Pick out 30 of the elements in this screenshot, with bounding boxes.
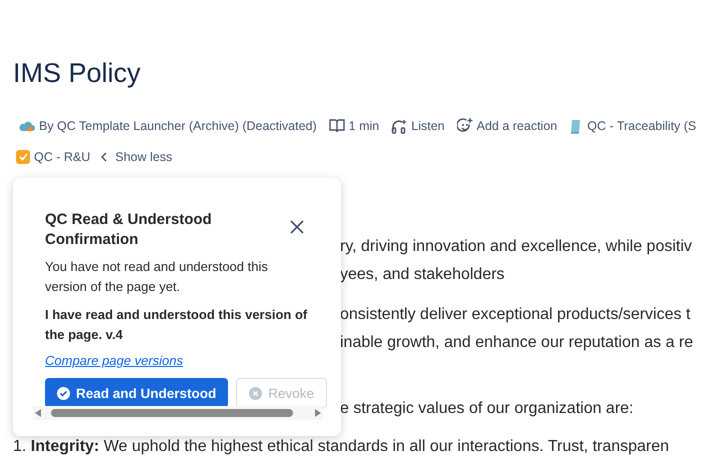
checkmark-icon bbox=[18, 153, 28, 161]
show-less-link[interactable]: Show less bbox=[100, 150, 172, 164]
x-circle-icon bbox=[249, 386, 262, 400]
popup-message: You have not read and understood this version of the page yet. bbox=[45, 258, 269, 296]
headphones-icon bbox=[391, 118, 408, 134]
chevron-left-icon bbox=[100, 152, 108, 162]
body-text: yees, and stakeholders bbox=[340, 265, 506, 285]
book-icon bbox=[328, 119, 345, 133]
cloud-icon bbox=[19, 120, 35, 132]
body-text: e strategic values of our organization are: bbox=[340, 399, 634, 419]
meta-item[interactable]: 1 min bbox=[348, 119, 380, 133]
body-text: onsistently deliver exceptional products/services t bbox=[340, 305, 692, 325]
close-icon[interactable] bbox=[289, 220, 305, 236]
page-title: IMS Policy bbox=[13, 57, 142, 90]
confirmation-statement: I have read and understood this version of the page. v.4 bbox=[45, 306, 308, 344]
check-circle-icon bbox=[57, 386, 70, 400]
list-item: 1. Integrity: We uphold the highest ethical standards in all our interactions. Trust, transparen bbox=[13, 437, 670, 457]
meta-item[interactable]: Listen bbox=[411, 119, 445, 133]
meta-item[interactable]: Add a reaction bbox=[476, 119, 558, 133]
meta-item[interactable]: QC - Traceability (S bbox=[587, 119, 696, 133]
body-text: ry, driving innovation and excellence, while positiv bbox=[340, 237, 693, 257]
tag-label: QC - R&U bbox=[34, 150, 90, 164]
confirm-button[interactable]: Read and Understood bbox=[45, 378, 228, 408]
body-text: inable growth, and enhance our reputation as a re bbox=[340, 333, 694, 353]
horizontal-scrollbar[interactable] bbox=[33, 406, 323, 420]
popup-title: QC Read & Understood Confirmation bbox=[45, 210, 213, 250]
compare-versions-link[interactable]: Compare page versions bbox=[45, 353, 184, 368]
checkbox[interactable] bbox=[16, 150, 30, 164]
smiley-icon bbox=[456, 118, 473, 134]
author-link[interactable]: By QC Template Launcher (Archive) (Deactivated) bbox=[39, 119, 317, 133]
